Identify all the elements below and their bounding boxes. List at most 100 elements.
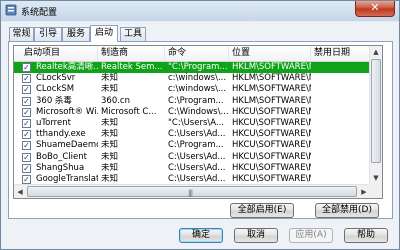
ok-button[interactable]: 确定 — [179, 228, 223, 243]
cell-disabled-date — [311, 96, 370, 107]
disable-all-button[interactable]: 全部禁用(D) — [315, 203, 379, 218]
startup-checkbox[interactable]: ✓ — [22, 85, 31, 95]
column-header-command[interactable]: 命令 — [165, 46, 229, 61]
table-row[interactable]: ✓ uTorrent 未知 "C:\Users\A... HKCU\SOFTWARE\M… — [14, 118, 370, 129]
table-row[interactable]: ✓ CLockSM 未知 c:\windows\... HKLM\SOFTWARE\M.… — [14, 84, 370, 95]
cell-location: HKLM\SOFTWARE\M... — [232, 62, 311, 72]
cell-location: HKCU\SOFTWARE\M... — [232, 162, 311, 173]
close-icon: ✕ — [370, 1, 380, 14]
column-header-disabled-date[interactable]: 禁用日期 — [311, 46, 370, 61]
system-config-icon — [5, 4, 17, 16]
help-button[interactable]: 帮助 — [344, 228, 388, 243]
startup-checkbox[interactable]: ✓ — [22, 130, 31, 140]
system-config-window: 系统配置 ✕ 常规 引导 服务 启动 工具 启动项目 制造商 命令 位置 禁用日… — [0, 0, 400, 250]
startup-checkbox[interactable]: ✓ — [22, 152, 31, 162]
cell-disabled-date — [311, 107, 370, 118]
startup-checkbox[interactable]: ✓ — [22, 107, 31, 117]
column-header-item[interactable]: 启动项目 — [14, 46, 98, 61]
cell-item: CLockSvr — [36, 73, 76, 84]
list-header: 启动项目 制造商 命令 位置 禁用日期 — [14, 46, 370, 62]
cell-maker: 360.cn — [101, 95, 130, 106]
tab-services[interactable]: 服务 — [62, 27, 90, 41]
startup-checkbox[interactable]: ✓ — [22, 118, 31, 128]
cell-item: Microsoft® Wi... — [36, 106, 98, 117]
table-row[interactable]: ✓ CLockSvr 未知 c:\windows\... HKLM\SOFTWARE\M… — [14, 73, 370, 84]
cell-item: BoBo_Client — [36, 151, 87, 162]
cell-command: C:\Users\Ad... — [168, 129, 226, 140]
cell-maker: 未知 — [101, 162, 119, 173]
cell-disabled-date — [311, 118, 370, 129]
cell-disabled-date — [311, 140, 370, 151]
column-header-location[interactable]: 位置 — [229, 46, 311, 61]
cell-item: CLockSM — [36, 84, 75, 95]
column-header-maker[interactable]: 制造商 — [98, 46, 165, 61]
scroll-left-icon[interactable]: ◀ — [14, 186, 26, 198]
startup-checkbox[interactable]: ✓ — [22, 96, 31, 106]
startup-checkbox[interactable]: ✓ — [22, 141, 31, 151]
cell-location: HKCU\SOFTWARE\M... — [232, 151, 311, 162]
cell-item: ShangShua — [36, 162, 85, 173]
cell-maker: 未知 — [101, 140, 119, 151]
tab-boot[interactable]: 引导 — [34, 27, 62, 41]
scroll-down-icon[interactable]: ▼ — [370, 172, 382, 184]
tab-tools[interactable]: 工具 — [120, 27, 146, 41]
cell-location: HKLM\SOFTWARE\M... — [232, 84, 311, 95]
cell-disabled-date — [311, 163, 370, 174]
table-row[interactable]: ✓ ShuameDaemon未知 C:\Program... HKCU\SOFTWAR… — [14, 140, 370, 151]
apply-button[interactable]: 应用(A) — [289, 228, 333, 243]
scroll-corner — [369, 184, 382, 198]
cell-item: ShuameDaemon — [36, 140, 98, 151]
horizontal-scroll-thumb[interactable]: ||| — [27, 186, 357, 197]
cell-disabled-date — [311, 73, 370, 84]
tab-startup[interactable]: 启动 — [90, 25, 118, 42]
tab-general[interactable]: 常规 — [9, 27, 34, 41]
table-row[interactable]: ✓ tthandy.exe 未知 C:\Users\Ad... HKCU\SOFTWAR… — [14, 129, 370, 140]
cell-disabled-date — [311, 84, 370, 95]
cell-command: C:\Users\Ad... — [168, 162, 226, 173]
cell-location: HKCU\SOFTWARE\M... — [232, 129, 311, 140]
close-button[interactable]: ✕ — [355, 1, 395, 17]
cell-maker: 未知 — [101, 151, 119, 162]
startup-checkbox[interactable]: ✓ — [22, 174, 31, 184]
list-rows: ✓ Realtek高清晰... Realtek Sem... "C:\Program.… — [14, 62, 370, 185]
cell-disabled-date — [311, 129, 370, 140]
vertical-scrollbar[interactable]: ▲ ▼ — [369, 46, 382, 184]
startup-checkbox[interactable]: ✓ — [22, 163, 31, 173]
cell-command: C:\Program... — [168, 95, 224, 106]
cell-item: tthandy.exe — [36, 129, 86, 140]
cancel-button[interactable]: 取消 — [234, 228, 278, 243]
startup-checkbox[interactable]: ✓ — [22, 74, 31, 84]
cell-location: HKLM\SOFTWARE\M... — [232, 73, 311, 84]
title-bar[interactable]: 系统配置 ✕ — [1, 1, 399, 21]
horizontal-scrollbar[interactable]: ◀ ||| ▶ — [14, 184, 370, 198]
cell-disabled-date — [311, 152, 370, 163]
table-row[interactable]: ✓ Realtek高清晰... Realtek Sem... "C:\Program.… — [14, 62, 370, 74]
cell-maker: 未知 — [101, 73, 119, 84]
cell-item: uTorrent — [36, 117, 71, 128]
startup-checkbox[interactable]: ✓ — [22, 63, 31, 72]
scroll-up-icon[interactable]: ▲ — [370, 46, 382, 58]
vertical-scroll-thumb[interactable] — [371, 59, 381, 163]
cell-command: C:\Program... — [168, 140, 224, 151]
cell-command: c:\windows\... — [168, 73, 227, 84]
table-row[interactable]: ✓ 360 杀毒 360.cn C:\Program... HKLM\SOFTWARE\… — [14, 96, 370, 107]
window-title: 系统配置 — [21, 8, 58, 18]
cell-location: HKLM\SOFTWARE\M... — [232, 95, 311, 106]
cell-item: 360 杀毒 — [36, 95, 72, 106]
table-row[interactable]: ✓ ShangShua 未知 C:\Users\Ad... HKCU\SOFTWARE\… — [14, 163, 370, 174]
cell-disabled-date — [311, 62, 370, 73]
cell-location: HKCU\SOFTWARE\M... — [232, 106, 311, 117]
cell-location: HKCU\SOFTWARE\M... — [232, 117, 311, 128]
cell-command: C:\Users\Ad... — [168, 151, 226, 162]
cell-maker: Microsoft C... — [101, 106, 157, 117]
cell-command: "C:\Program... — [168, 62, 228, 72]
table-row[interactable]: ✓ BoBo_Client 未知 C:\Users\Ad... HKCU\SOFTWAR… — [14, 152, 370, 163]
table-row[interactable]: ✓ Microsoft® Wi... Microsoft C... C:\Window… — [14, 107, 370, 118]
enable-all-button[interactable]: 全部启用(E) — [230, 203, 294, 218]
cell-command: "C:\Users\A... — [168, 117, 225, 128]
cell-item: Realtek高清晰... — [36, 62, 98, 72]
cell-maker: 未知 — [101, 129, 119, 140]
cell-command: c:\windows\... — [168, 84, 227, 95]
cell-command: C:\Windows\... — [168, 106, 229, 117]
startup-list[interactable]: 启动项目 制造商 命令 位置 禁用日期 ✓ Realtek高清晰... Realte… — [13, 45, 383, 199]
